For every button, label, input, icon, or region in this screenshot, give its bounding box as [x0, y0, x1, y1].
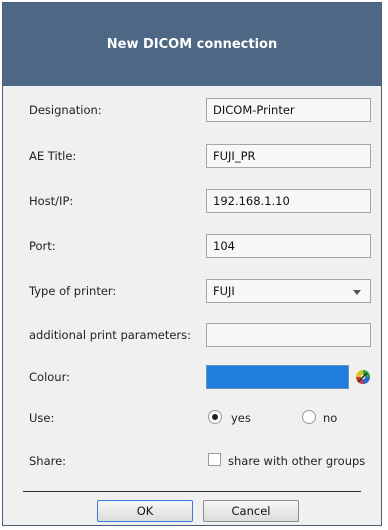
ae-title-input[interactable]: FUJI_PR	[206, 144, 371, 168]
colour-swatch[interactable]	[206, 365, 349, 389]
ae-title-label: AE Title:	[29, 149, 77, 163]
use-yes-label: yes	[231, 411, 251, 425]
printer-type-row: Type of printer: FUJI	[3, 279, 381, 305]
share-checkbox-label: share with other groups	[228, 454, 366, 468]
host-label: Host/IP:	[29, 194, 74, 208]
dialog-title: New DICOM connection	[3, 3, 381, 86]
chevron-down-icon	[353, 290, 361, 295]
printer-type-label: Type of printer:	[29, 284, 117, 298]
use-no-radio[interactable]	[302, 410, 316, 424]
designation-label: Designation:	[29, 103, 102, 117]
new-dicom-connection-dialog: New DICOM connection Designation: DICOM-…	[2, 2, 382, 526]
port-input[interactable]: 104	[206, 234, 371, 258]
use-no-label: no	[323, 411, 338, 425]
use-label: Use:	[29, 411, 55, 425]
port-row: Port: 104	[3, 234, 381, 260]
printer-type-select[interactable]: FUJI	[206, 279, 371, 303]
host-row: Host/IP: 192.168.1.10	[3, 189, 381, 215]
host-input[interactable]: 192.168.1.10	[206, 189, 371, 213]
use-yes-radio[interactable]	[208, 410, 222, 424]
share-checkbox[interactable]	[208, 453, 221, 466]
print-params-input[interactable]	[206, 323, 371, 347]
colour-row: Colour:	[3, 365, 381, 391]
port-label: Port:	[29, 239, 56, 253]
cancel-button[interactable]: Cancel	[203, 500, 299, 522]
use-row: Use: yes no	[3, 406, 381, 432]
color-picker-icon[interactable]	[355, 369, 371, 385]
print-params-row: additional print parameters:	[3, 323, 381, 349]
printer-type-value: FUJI	[213, 284, 235, 298]
designation-input[interactable]: DICOM-Printer	[206, 98, 371, 122]
share-label: Share:	[29, 454, 67, 468]
colour-label: Colour:	[29, 370, 70, 384]
divider	[23, 491, 361, 492]
ok-button[interactable]: OK	[97, 500, 193, 522]
ae-title-row: AE Title: FUJI_PR	[3, 144, 381, 170]
designation-row: Designation: DICOM-Printer	[3, 98, 381, 124]
share-row: Share: share with other groups	[3, 449, 381, 475]
print-params-label: additional print parameters:	[29, 328, 192, 342]
